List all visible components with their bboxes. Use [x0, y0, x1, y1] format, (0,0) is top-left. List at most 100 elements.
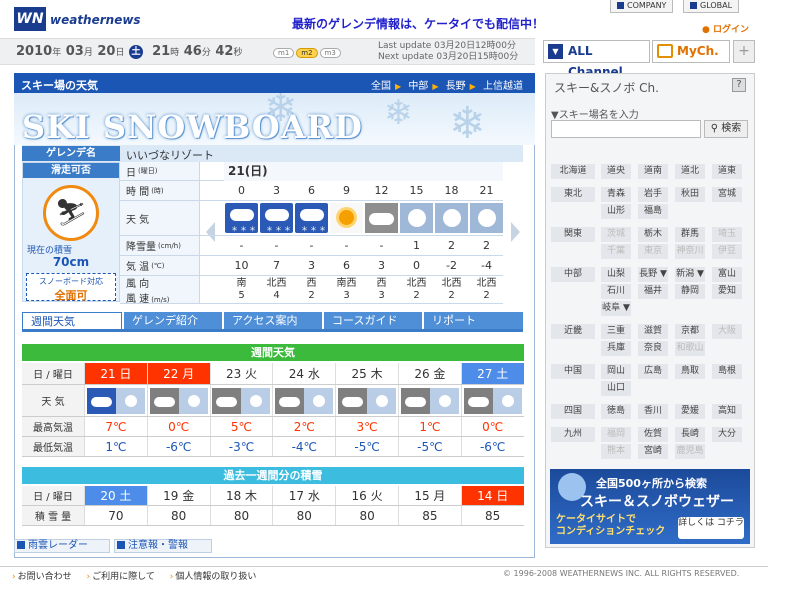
- prefecture-link[interactable]: 埼玉: [712, 227, 742, 242]
- logo-text[interactable]: weathernews: [50, 13, 141, 27]
- login-label: ログイン: [713, 25, 750, 35]
- wind-direction: 北西: [476, 277, 497, 289]
- resort-search-input[interactable]: [551, 120, 701, 138]
- font-size-medium-button[interactable]: m2: [296, 48, 318, 58]
- prefecture-link[interactable]: 新潟 ▼: [675, 267, 705, 282]
- rain-radar-button[interactable]: 雨雲レーダー: [14, 539, 110, 553]
- contact-link[interactable]: › お問い合わせ: [12, 572, 72, 582]
- mobile-ad-banner[interactable]: 全国500ヶ所から検索 スキー＆スノボウェザー ケータイサイトで コンディションチ…: [550, 469, 750, 544]
- tab-course[interactable]: コースガイド: [324, 312, 422, 329]
- prefecture-link[interactable]: 岐阜 ▼: [601, 301, 631, 316]
- all-channel-button[interactable]: ▼ ALL Channel: [543, 40, 650, 79]
- prefecture-link[interactable]: 宮城: [712, 187, 742, 202]
- weather-part: [463, 387, 493, 414]
- font-size-small-button[interactable]: m1: [273, 48, 295, 58]
- prefecture-link[interactable]: 広島: [638, 364, 668, 379]
- warnings-button[interactable]: 注意報・警報: [114, 539, 212, 553]
- snow-dots: ＊＊＊: [231, 225, 258, 233]
- region-近畿[interactable]: 近畿: [551, 324, 595, 339]
- crumb-chubu[interactable]: 中部: [408, 81, 428, 92]
- prefecture-link[interactable]: 岡山: [601, 364, 631, 379]
- prefecture-link[interactable]: 高知: [712, 404, 742, 419]
- tab-intro[interactable]: ゲレンデ紹介: [124, 312, 222, 329]
- region-東北[interactable]: 東北: [551, 187, 595, 202]
- prefecture-link[interactable]: 道央: [601, 164, 631, 179]
- weekly-day-label: 日 / 曜日: [22, 363, 84, 384]
- prefecture-link[interactable]: 茨城: [601, 227, 631, 242]
- tab-report[interactable]: リポート: [424, 312, 523, 329]
- prefecture-link[interactable]: 静岡: [675, 284, 705, 299]
- promo-link[interactable]: 最新のゲレンデ情報は、ケータイでも配信中！: [292, 15, 544, 32]
- prefecture-link[interactable]: 秋田: [675, 187, 705, 202]
- prefecture-link[interactable]: 京都: [675, 324, 705, 339]
- region-中国[interactable]: 中国: [551, 364, 595, 379]
- tab-weekly[interactable]: 週間天気: [22, 312, 122, 329]
- help-icon[interactable]: ?: [732, 78, 746, 92]
- prefecture-link[interactable]: 福岡: [601, 427, 631, 442]
- prefecture-link[interactable]: 香川: [638, 404, 668, 419]
- prefecture-link[interactable]: 佐賀: [638, 427, 668, 442]
- prefecture-link[interactable]: 道東: [712, 164, 742, 179]
- prefecture-link[interactable]: 鳥取: [675, 364, 705, 379]
- prefecture-link[interactable]: 三重: [601, 324, 631, 339]
- prefecture-link[interactable]: 滋賀: [638, 324, 668, 339]
- prefecture-link[interactable]: 千葉: [601, 244, 631, 259]
- my-channel-button[interactable]: MyCh.: [652, 40, 730, 63]
- search-button[interactable]: ⚲ 検索: [704, 120, 748, 138]
- region-group: 東北 青森 岩手 秋田 宮城山形 福島: [551, 187, 751, 223]
- prefecture-link[interactable]: 鹿児島: [675, 444, 705, 459]
- tab-access[interactable]: アクセス案内: [224, 312, 322, 329]
- crumb-national[interactable]: 全国: [371, 81, 391, 92]
- region-九州[interactable]: 九州: [551, 427, 595, 442]
- company-link[interactable]: COMPANY: [610, 0, 674, 13]
- prefecture-link[interactable]: 山形: [601, 204, 631, 219]
- prefecture-link[interactable]: 石川: [601, 284, 631, 299]
- prefecture-link[interactable]: 伊豆: [712, 244, 742, 259]
- prefecture-link[interactable]: 兵庫: [601, 341, 631, 356]
- crumb-nagano[interactable]: 長野: [446, 81, 466, 92]
- crumb-joshinetsu[interactable]: 上信越道: [483, 81, 523, 92]
- prefecture-link[interactable]: 長崎: [675, 427, 705, 442]
- prefecture-link[interactable]: 福島: [638, 204, 668, 219]
- prefecture-link[interactable]: 愛知: [712, 284, 742, 299]
- region-中部[interactable]: 中部: [551, 267, 595, 282]
- past-snow-title: 過去一週間分の積雪: [22, 467, 524, 484]
- font-size-large-button[interactable]: m3: [319, 48, 341, 58]
- prefecture-link[interactable]: 宮崎: [638, 444, 668, 459]
- prefecture-link[interactable]: 熊本: [601, 444, 631, 459]
- terms-link[interactable]: › ご利用に際して: [87, 572, 155, 582]
- prefecture-link[interactable]: 山口: [601, 381, 631, 396]
- prefecture-link[interactable]: 群馬: [675, 227, 705, 242]
- snowflake-icon: ❄: [449, 98, 486, 145]
- privacy-link[interactable]: › 個人情報の取り扱い: [170, 572, 257, 582]
- prefecture-link[interactable]: 栃木: [638, 227, 668, 242]
- prefecture-link[interactable]: 青森: [601, 187, 631, 202]
- prefecture-link[interactable]: 岩手: [638, 187, 668, 202]
- prefecture-link[interactable]: 福井: [638, 284, 668, 299]
- prefecture-link[interactable]: 富山: [712, 267, 742, 282]
- global-link[interactable]: GLOBAL: [683, 0, 740, 13]
- prefecture-link[interactable]: 和歌山: [675, 341, 705, 356]
- prefecture-link[interactable]: 山梨: [601, 267, 631, 282]
- weekly-high-temp: 0℃: [460, 417, 524, 436]
- next-arrow-icon[interactable]: [511, 222, 520, 242]
- prefecture-link[interactable]: 東京: [638, 244, 668, 259]
- add-channel-button[interactable]: +: [733, 40, 755, 63]
- prefecture-link[interactable]: 長野 ▼: [638, 267, 668, 282]
- prefecture-link[interactable]: 大分: [712, 427, 742, 442]
- prefecture-link[interactable]: 大阪: [712, 324, 742, 339]
- prefecture-link[interactable]: 愛媛: [675, 404, 705, 419]
- prefecture-link[interactable]: 道南: [638, 164, 668, 179]
- login-link[interactable]: ● ログイン: [702, 22, 749, 35]
- region-関東[interactable]: 関東: [551, 227, 595, 242]
- weathernews-logo[interactable]: WN: [14, 7, 46, 31]
- prefecture-link[interactable]: 奈良: [638, 341, 668, 356]
- region-北海道[interactable]: 北海道: [551, 164, 595, 179]
- prefecture-link[interactable]: 島根: [712, 364, 742, 379]
- region-四国[interactable]: 四国: [551, 404, 595, 419]
- prefecture-link[interactable]: 徳島: [601, 404, 631, 419]
- footer-links: › お問い合わせ › ご利用に際して › 個人情報の取り扱い: [12, 569, 268, 582]
- prefecture-link[interactable]: 道北: [675, 164, 705, 179]
- ad-details-button[interactable]: 詳しくは コチラ: [678, 517, 744, 539]
- prefecture-link[interactable]: 神奈川: [675, 244, 705, 259]
